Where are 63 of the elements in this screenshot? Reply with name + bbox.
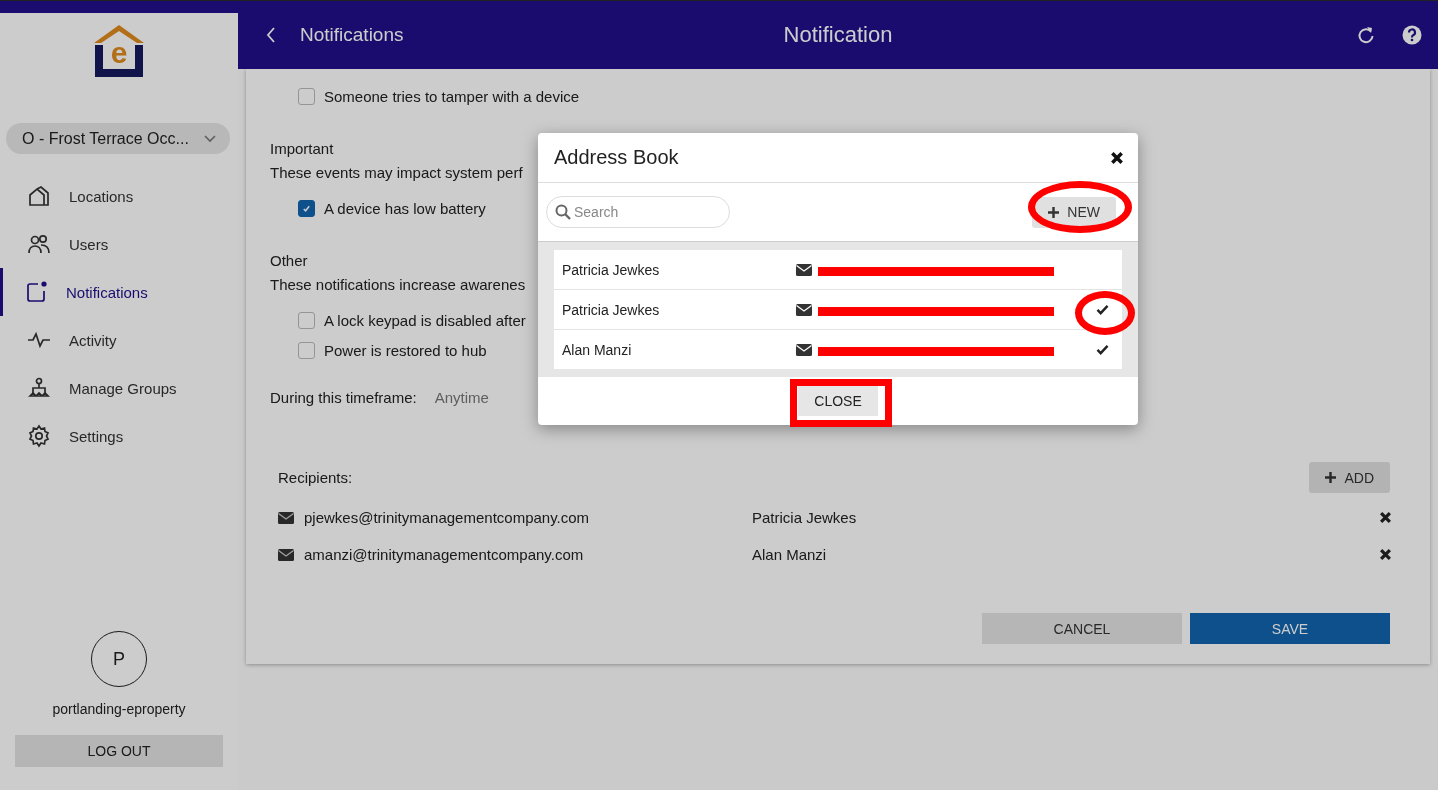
checkbox[interactable] bbox=[298, 311, 315, 329]
recipient-name: Alan Manzi bbox=[752, 546, 828, 563]
back-icon[interactable] bbox=[266, 27, 276, 43]
checkbox-label: Someone tries to tamper with a device bbox=[324, 87, 580, 105]
sidebar-item[interactable]: Locations bbox=[0, 172, 238, 220]
recipient-email: amanzi@trinitymanagementcompany.com bbox=[304, 546, 585, 563]
contact-row[interactable]: Patricia Jewkes bbox=[554, 290, 1122, 330]
remove-icon[interactable] bbox=[1379, 548, 1392, 561]
back-link[interactable]: Notifications bbox=[300, 24, 404, 46]
recipients-label: Recipients: bbox=[278, 469, 353, 486]
close-icon[interactable] bbox=[1110, 150, 1124, 165]
location-dropdown[interactable]: O - Frost Terrace Occ... bbox=[6, 123, 230, 154]
notification-icon bbox=[24, 280, 48, 304]
checkbox[interactable] bbox=[298, 87, 315, 105]
section-description: These notifications increase awarenes bbox=[270, 275, 526, 295]
sidebar-item[interactable]: Manage Groups bbox=[0, 364, 238, 412]
remove-icon[interactable] bbox=[1379, 511, 1392, 524]
help-icon[interactable] bbox=[1402, 25, 1422, 45]
recipient-name: Patricia Jewkes bbox=[752, 509, 858, 526]
sidebar-item[interactable]: Activity bbox=[0, 316, 238, 364]
sidebar-item[interactable]: Users bbox=[0, 220, 238, 268]
envelope-icon bbox=[796, 263, 812, 276]
contact-name: Patricia Jewkes bbox=[562, 261, 661, 278]
recipient-email: pjewkes@trinitymanagementcompany.com bbox=[304, 509, 591, 526]
contact-row[interactable]: Alan Manzi bbox=[554, 330, 1122, 369]
timeframe-label: During this timeframe: bbox=[270, 389, 417, 406]
envelope-icon bbox=[278, 548, 294, 561]
cancel-button[interactable]: CANCEL bbox=[982, 613, 1182, 644]
logout-button[interactable]: LOG OUT bbox=[15, 735, 223, 767]
checkbox-label: A device has low battery bbox=[324, 199, 486, 217]
envelope-icon bbox=[796, 343, 812, 356]
section-title: Important bbox=[270, 139, 334, 159]
sidebar-item[interactable]: Settings bbox=[0, 412, 238, 460]
contact-row[interactable]: Patricia Jewkes bbox=[554, 250, 1122, 290]
section-description: These events may impact system perf bbox=[270, 163, 523, 183]
search-icon bbox=[555, 204, 571, 220]
hierarchy-icon bbox=[27, 376, 51, 400]
envelope-icon bbox=[278, 511, 294, 524]
house-icon bbox=[27, 184, 51, 208]
contact-name: Alan Manzi bbox=[562, 341, 633, 358]
settings-icon bbox=[27, 424, 51, 448]
contact-name: Patricia Jewkes bbox=[562, 301, 661, 318]
page-title: Notification bbox=[783, 22, 893, 48]
users-icon bbox=[27, 232, 51, 256]
refresh-icon[interactable] bbox=[1356, 25, 1376, 45]
timeframe-value[interactable]: Anytime bbox=[434, 389, 489, 406]
logo: e bbox=[91, 23, 147, 79]
add-button[interactable]: ADD bbox=[1309, 462, 1390, 493]
checkbox-label: Power is restored to hub bbox=[324, 341, 487, 359]
envelope-icon bbox=[796, 303, 812, 316]
checkbox-label: A lock keypad is disabled after bbox=[324, 311, 526, 329]
save-button[interactable]: SAVE bbox=[1190, 613, 1390, 644]
checkbox[interactable] bbox=[298, 341, 315, 359]
plus-icon bbox=[1325, 472, 1337, 483]
section-title: Other bbox=[270, 251, 308, 271]
chevron-down-icon bbox=[204, 134, 216, 143]
search-field[interactable]: Search bbox=[546, 196, 730, 228]
close-button[interactable]: CLOSE bbox=[798, 386, 878, 416]
plus-icon bbox=[1048, 206, 1060, 218]
annotation-ellipse bbox=[1075, 291, 1135, 335]
dialog-title: Address Book bbox=[554, 146, 679, 169]
user-name: portlanding-eproperty bbox=[52, 701, 186, 717]
checkbox[interactable] bbox=[298, 199, 315, 217]
